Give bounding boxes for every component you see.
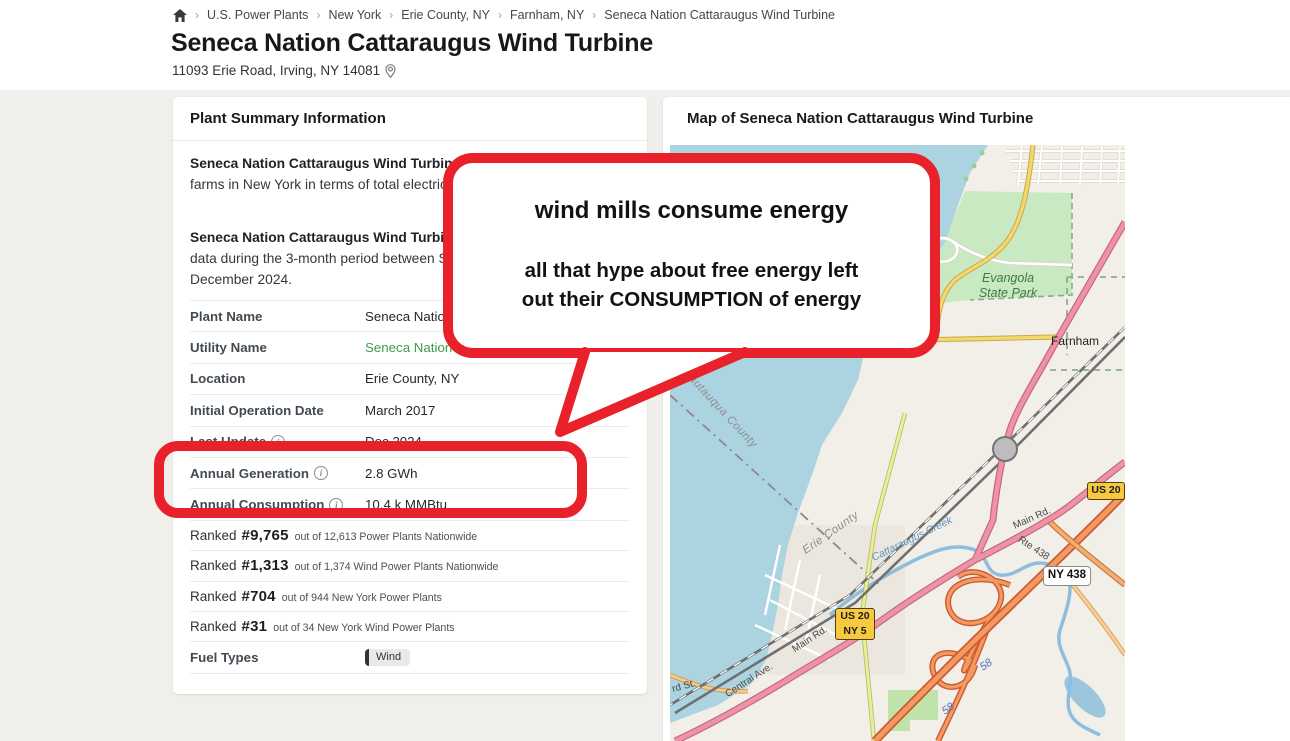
rank-number: #704 bbox=[242, 588, 276, 605]
rank-row-new-york: Ranked #704 out of 944 New York Power Pl… bbox=[190, 582, 630, 612]
breadcrumb-separator: › bbox=[316, 8, 320, 22]
plant-data-table: Plant Name Seneca Nation Cattaraugus Win… bbox=[190, 300, 630, 674]
breadcrumb-new-york[interactable]: New York bbox=[328, 8, 381, 22]
row-label: Last Update bbox=[190, 434, 365, 449]
table-row-annual-consumption: Annual Consumption 10.4 k MMBtu bbox=[190, 489, 630, 520]
breadcrumb-current-page: Seneca Nation Cattaraugus Wind Turbine bbox=[604, 8, 835, 22]
map-card-title: Map of Seneca Nation Cattaraugus Wind Tu… bbox=[687, 110, 1033, 127]
route-shield-ny438: NY 438 bbox=[1043, 566, 1091, 586]
table-row-annual-generation: Annual Generation 2.8 GWh bbox=[190, 458, 630, 489]
rank-prefix: Ranked bbox=[190, 558, 237, 573]
plant-location-marker bbox=[993, 437, 1017, 461]
info-icon[interactable] bbox=[271, 435, 285, 449]
row-label: Annual Consumption bbox=[190, 497, 365, 512]
table-row-initial-operation-date: Initial Operation Date March 2017 bbox=[190, 395, 630, 426]
page-title: Seneca Nation Cattaraugus Wind Turbine bbox=[171, 29, 653, 58]
rank-row-nationwide: Ranked #9,765 out of 12,613 Power Plants… bbox=[190, 521, 630, 551]
row-label: Location bbox=[190, 371, 365, 386]
table-row-utility-name: Utility Name Seneca Nation of Indians bbox=[190, 332, 630, 363]
summary-paragraph-2: Seneca Nation Cattaraugus Wind Turbine u… bbox=[190, 227, 634, 290]
table-row-plant-name: Plant Name Seneca Nation Cattaraugus Win… bbox=[190, 301, 630, 332]
row-value: Erie County, NY bbox=[365, 371, 459, 386]
row-label: Fuel Types bbox=[190, 650, 365, 665]
divider bbox=[173, 140, 647, 141]
row-value: Dec 2024 bbox=[365, 434, 422, 449]
rank-prefix: Ranked bbox=[190, 528, 237, 543]
rank-number: #31 bbox=[242, 618, 268, 635]
breadcrumb-separator: › bbox=[592, 8, 596, 22]
rank-suffix: out of 12,613 Power Plants Nationwide bbox=[295, 531, 478, 543]
rank-row-new-york-wind: Ranked #31 out of 34 New York Wind Power… bbox=[190, 612, 630, 642]
breadcrumb-separator: › bbox=[498, 8, 502, 22]
rank-row-wind-nationwide: Ranked #1,313 out of 1,374 Wind Power Pl… bbox=[190, 551, 630, 581]
map-viewport[interactable]: EvangolaState Park Farnham Erie County C… bbox=[670, 145, 1125, 741]
table-row-location: Location Erie County, NY bbox=[190, 364, 630, 395]
home-icon[interactable] bbox=[173, 9, 187, 22]
rank-number: #1,313 bbox=[242, 557, 289, 574]
info-icon[interactable] bbox=[314, 466, 328, 480]
map-pin-icon[interactable] bbox=[385, 64, 396, 78]
map-card: Map of Seneca Nation Cattaraugus Wind Tu… bbox=[663, 97, 1290, 741]
info-icon[interactable] bbox=[329, 498, 343, 512]
rank-suffix: out of 34 New York Wind Power Plants bbox=[273, 622, 454, 634]
breadcrumb-erie-county[interactable]: Erie County, NY bbox=[401, 8, 490, 22]
fuel-type-badge: Wind bbox=[365, 649, 410, 666]
row-value: 2.8 GWh bbox=[365, 466, 417, 481]
row-label: Annual Generation bbox=[190, 466, 365, 481]
address-text: 11093 Erie Road, Irving, NY 14081 bbox=[172, 63, 380, 78]
plant-summary-card: Plant Summary Information Seneca Nation … bbox=[173, 97, 647, 694]
table-row-fuel-types: Fuel Types Wind bbox=[190, 642, 630, 673]
plant-address: 11093 Erie Road, Irving, NY 14081 bbox=[172, 63, 396, 78]
row-label: Initial Operation Date bbox=[190, 403, 365, 418]
row-value: 10.4 k MMBtu bbox=[365, 497, 447, 512]
summary-card-title: Plant Summary Information bbox=[190, 110, 386, 127]
rank-suffix: out of 944 New York Power Plants bbox=[282, 592, 442, 604]
map-graphic bbox=[670, 145, 1125, 741]
rank-prefix: Ranked bbox=[190, 619, 237, 634]
utility-link[interactable]: Seneca Nation of Indians bbox=[365, 340, 514, 355]
route-shield-us20-ny5: US 20NY 5 bbox=[835, 608, 875, 640]
rank-number: #9,765 bbox=[242, 527, 289, 544]
table-row-last-update: Last Update Dec 2024 bbox=[190, 427, 630, 458]
rank-prefix: Ranked bbox=[190, 589, 237, 604]
row-value: March 2017 bbox=[365, 403, 435, 418]
breadcrumb-separator: › bbox=[195, 8, 199, 22]
route-shield-us20: US 20 bbox=[1087, 482, 1125, 500]
summary-paragraph-1: Seneca Nation Cattaraugus Wind Turbine i… bbox=[190, 153, 634, 195]
plant-name-bold: Seneca Nation Cattaraugus Wind Turbine bbox=[190, 230, 460, 245]
row-label: Plant Name bbox=[190, 309, 365, 324]
rank-suffix: out of 1,374 Wind Power Plants Nationwid… bbox=[295, 561, 499, 573]
breadcrumb-us-power-plants[interactable]: U.S. Power Plants bbox=[207, 8, 308, 22]
row-value: Seneca Nation Cattaraugus Wind Turbine bbox=[365, 309, 610, 324]
row-label: Utility Name bbox=[190, 340, 365, 355]
breadcrumb: › U.S. Power Plants › New York › Erie Co… bbox=[173, 5, 835, 25]
breadcrumb-farnham[interactable]: Farnham, NY bbox=[510, 8, 584, 22]
breadcrumb-separator: › bbox=[389, 8, 393, 22]
plant-name-bold: Seneca Nation Cattaraugus Wind Turbine bbox=[190, 156, 460, 171]
